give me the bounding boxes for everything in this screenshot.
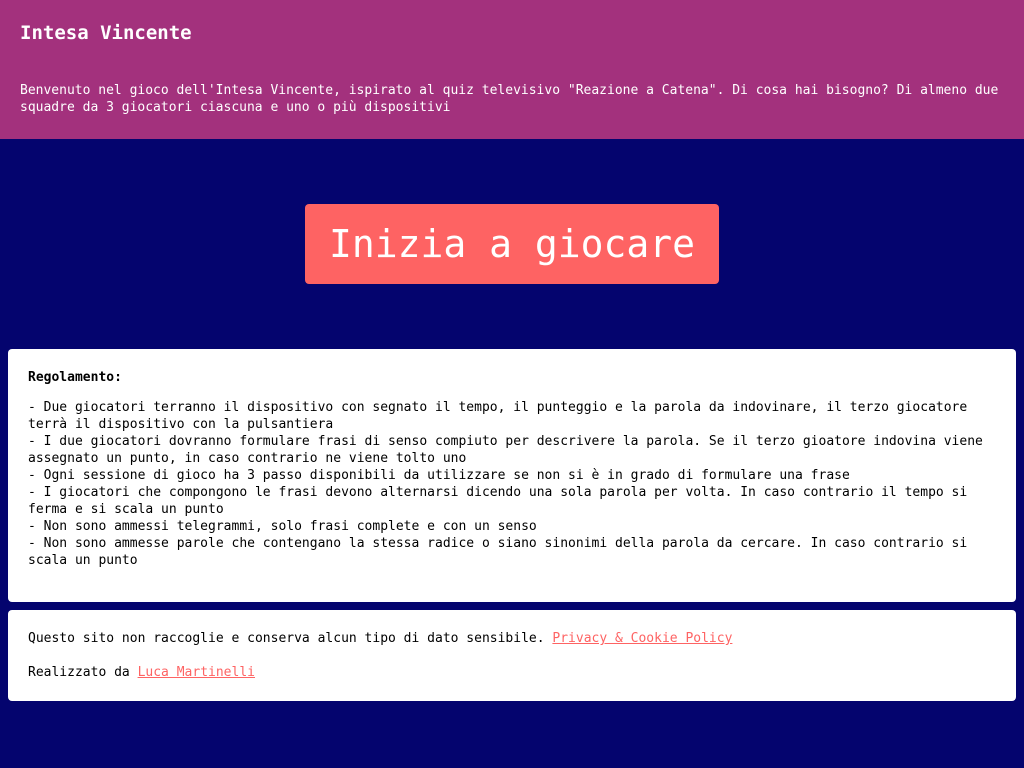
rules-list: - Due giocatori terranno il dispositivo … [28,399,996,569]
credits-line: Realizzato da Luca Martinelli [28,664,996,681]
privacy-line: Questo sito non raccoglie e conserva alc… [28,630,996,647]
rule-item: - I giocatori che compongono le frasi de… [28,485,968,517]
rule-item: - Ogni sessione di gioco ha 3 passo disp… [28,468,850,483]
intro-text: Benvenuto nel gioco dell'Intesa Vincente… [20,83,999,115]
start-game-button[interactable]: Inizia a giocare [305,204,719,284]
site-title: Intesa Vincente [20,22,192,44]
rule-item: - Non sono ammesse parole che contengano… [28,536,968,568]
privacy-policy-link[interactable]: Privacy & Cookie Policy [552,631,732,646]
rule-item: - Non sono ammessi telegrammi, solo fras… [28,519,537,534]
rules-card: Regolamento: - Due giocatori terranno il… [8,349,1016,602]
author-link[interactable]: Luca Martinelli [138,665,255,680]
rule-item: - Due giocatori terranno il dispositivo … [28,400,968,432]
made-by-text: Realizzato da [28,665,130,680]
site-header: Intesa Vincente Benvenuto nel gioco dell… [0,0,1024,139]
rules-title: Regolamento: [28,370,122,385]
privacy-text: Questo sito non raccoglie e conserva alc… [28,631,545,646]
hero-section: Inizia a giocare [0,139,1024,349]
rule-item: - I due giocatori dovranno formulare fra… [28,434,983,466]
footer-card: Questo sito non raccoglie e conserva alc… [8,610,1016,701]
